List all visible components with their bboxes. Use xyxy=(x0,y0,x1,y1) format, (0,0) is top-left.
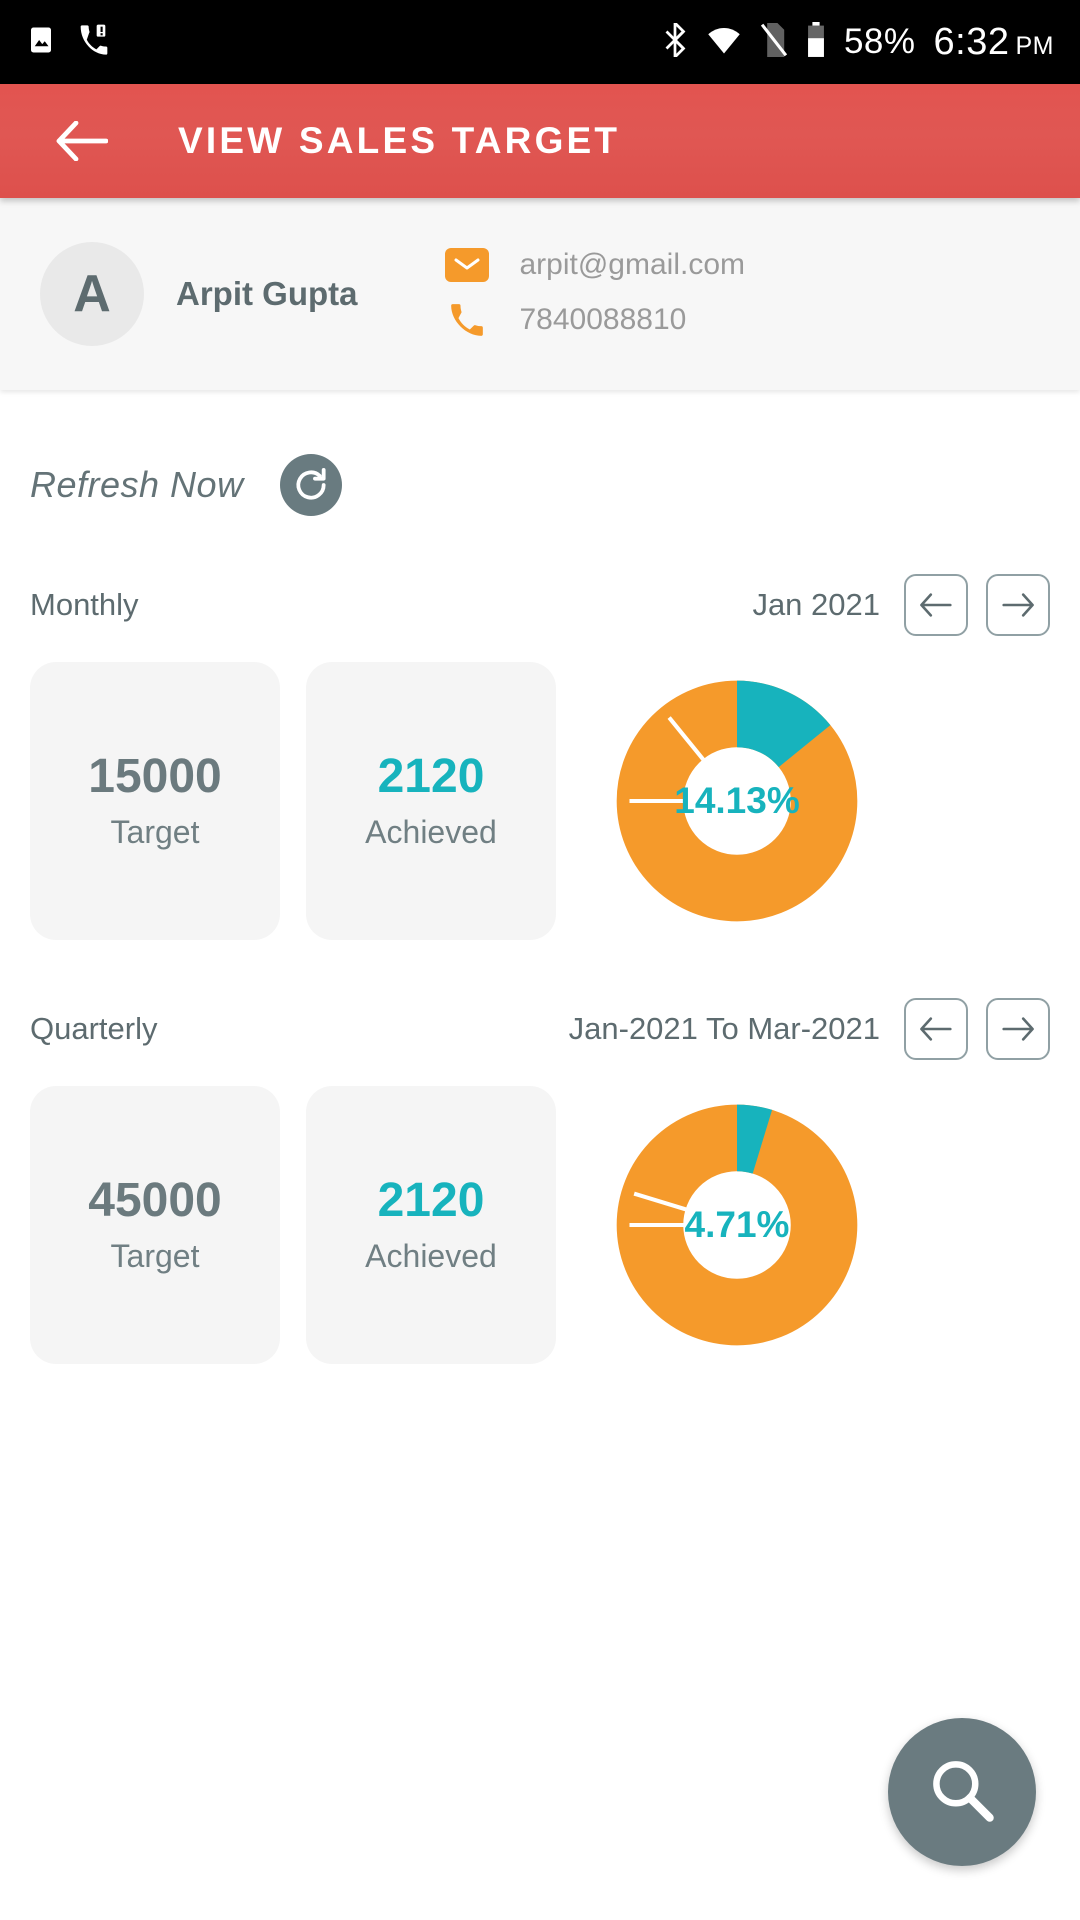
avatar: A xyxy=(40,242,144,346)
missed-call-icon xyxy=(78,24,110,61)
stats-row-quarterly: 45000 Target 2120 Achieved 4.71% xyxy=(0,1086,1080,1364)
donut-chart-quarterly: 4.71% xyxy=(606,1086,868,1364)
profile-contact: arpit@gmail.com 7840088810 xyxy=(445,248,745,340)
refresh-row[interactable]: Refresh Now xyxy=(0,390,1080,516)
bluetooth-icon xyxy=(662,19,688,62)
period-selector-quarterly: Jan-2021 To Mar-2021 xyxy=(569,998,1050,1060)
phone-row[interactable]: 7840088810 xyxy=(445,300,745,340)
search-fab-button[interactable] xyxy=(888,1718,1036,1866)
refresh-label: Refresh Now xyxy=(30,464,244,505)
target-label-quarterly: Target xyxy=(110,1237,200,1274)
app-bar: VIEW SALES TARGET xyxy=(0,84,1080,198)
mail-icon xyxy=(445,248,490,282)
refresh-icon[interactable] xyxy=(279,454,342,516)
battery-icon xyxy=(806,21,826,63)
phone-value: 7840088810 xyxy=(519,303,687,336)
status-bar-right-icons: 58% 6:32 PM xyxy=(662,19,1054,64)
search-icon xyxy=(925,1753,999,1832)
status-bar-left-icons xyxy=(26,24,110,61)
email-row[interactable]: arpit@gmail.com xyxy=(445,248,745,282)
target-value-quarterly: 45000 xyxy=(88,1174,222,1228)
wifi-icon xyxy=(706,25,742,60)
target-card-monthly: 15000 Target xyxy=(30,662,280,940)
donut-center-label-monthly: 14.13% xyxy=(674,780,800,821)
achieved-card-monthly: 2120 Achieved xyxy=(306,662,556,940)
donut-chart-monthly: 14.13% xyxy=(606,662,868,940)
clock: 6:32 PM xyxy=(933,20,1054,63)
period-label-monthly: Jan 2021 xyxy=(752,587,880,622)
section-title-monthly: Monthly xyxy=(30,587,139,622)
prev-period-button-quarterly[interactable] xyxy=(904,998,968,1060)
target-value-monthly: 15000 xyxy=(88,750,222,804)
profile-card: A Arpit Gupta arpit@gmail.com 7840088810 xyxy=(0,198,1080,390)
prev-period-button-monthly[interactable] xyxy=(904,574,968,636)
target-card-quarterly: 45000 Target xyxy=(30,1086,280,1364)
next-period-button-monthly[interactable] xyxy=(986,574,1050,636)
achieved-label-monthly: Achieved xyxy=(365,813,497,850)
section-title-quarterly: Quarterly xyxy=(30,1011,158,1046)
page-title: VIEW SALES TARGET xyxy=(178,120,621,161)
phone-icon xyxy=(445,300,489,340)
status-bar: 58% 6:32 PM xyxy=(0,0,1080,84)
back-arrow-icon[interactable] xyxy=(52,111,112,171)
section-header-quarterly: Quarterly Jan-2021 To Mar-2021 xyxy=(0,998,1080,1060)
image-icon xyxy=(26,25,56,60)
email-value: arpit@gmail.com xyxy=(519,248,745,281)
target-label-monthly: Target xyxy=(110,813,200,850)
achieved-label-quarterly: Achieved xyxy=(365,1237,497,1274)
achieved-value-quarterly: 2120 xyxy=(377,1174,485,1228)
profile-name: Arpit Gupta xyxy=(176,275,358,312)
period-selector-monthly: Jan 2021 xyxy=(752,574,1050,636)
next-period-button-quarterly[interactable] xyxy=(986,998,1050,1060)
achieved-card-quarterly: 2120 Achieved xyxy=(306,1086,556,1364)
battery-percent: 58% xyxy=(843,22,916,61)
period-label-quarterly: Jan-2021 To Mar-2021 xyxy=(568,1011,880,1046)
section-header-monthly: Monthly Jan 2021 xyxy=(0,574,1080,636)
donut-center-label-quarterly: 4.71% xyxy=(684,1204,790,1245)
no-sim-icon xyxy=(760,22,788,62)
stats-row-monthly: 15000 Target 2120 Achieved 14.13% xyxy=(0,662,1080,940)
achieved-value-monthly: 2120 xyxy=(377,750,485,804)
